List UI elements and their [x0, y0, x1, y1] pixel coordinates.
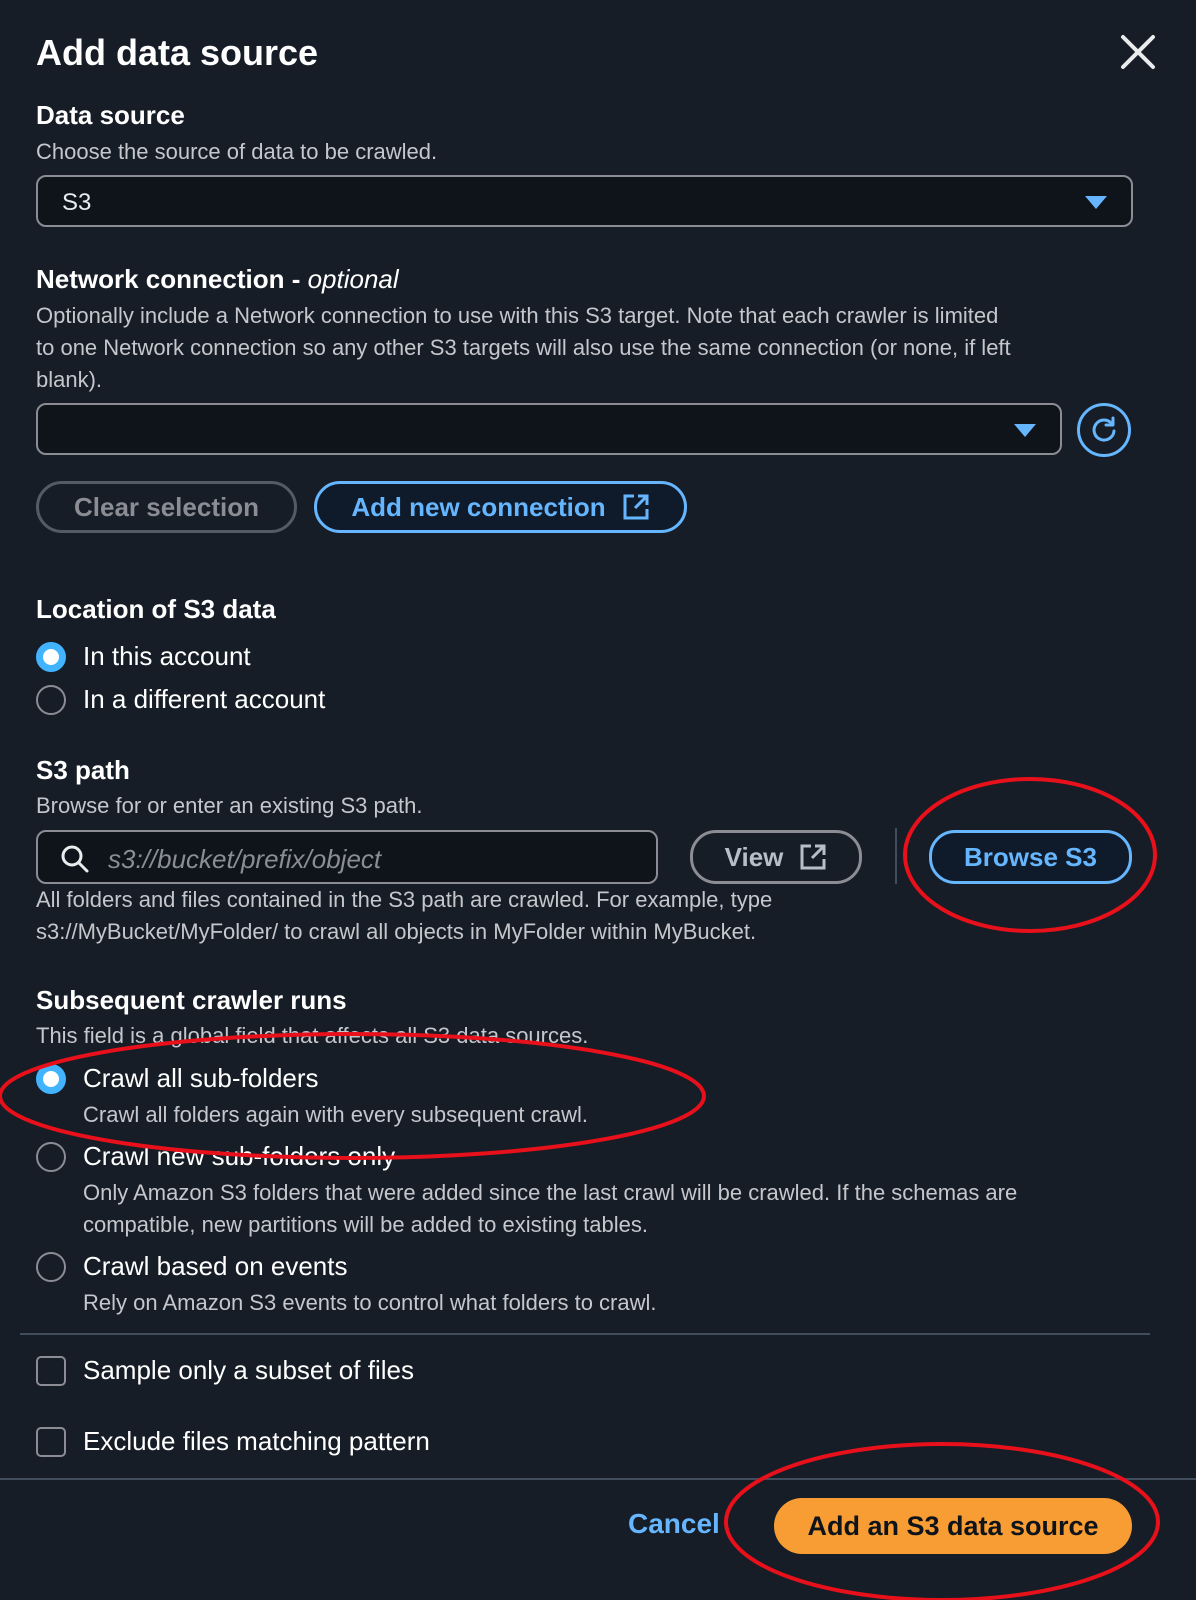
s3-path-input[interactable]: s3://bucket/prefix/object [36, 830, 658, 884]
subsequent-runs-label: Subsequent crawler runs [36, 985, 347, 1015]
s3-path-label: S3 path [36, 755, 130, 785]
network-desc-line: Optionally include a Network connection … [36, 303, 999, 328]
external-link-icon [800, 844, 826, 870]
external-link-icon [623, 494, 649, 520]
option-crawl-new-desc: Only Amazon S3 folders that were added s… [83, 1177, 1017, 1241]
caret-down-icon [1085, 196, 1107, 209]
add-s3-data-source-button[interactable]: Add an S3 data source [774, 1498, 1132, 1554]
option-crawl-new: Crawl new sub-folders only [83, 1141, 396, 1171]
location-label: Location of S3 data [36, 594, 276, 624]
network-desc-line: blank). [36, 367, 103, 392]
network-connection-description: Optionally include a Network connection … [36, 300, 1011, 396]
option-in-this-account: In this account [83, 641, 251, 671]
clear-selection-button[interactable]: Clear selection [36, 481, 297, 533]
radio-crawl-events[interactable] [36, 1252, 66, 1282]
s3-path-description: Browse for or enter an existing S3 path. [36, 793, 423, 818]
s3-help-line: s3://MyBucket/MyFolder/ to crawl all obj… [36, 919, 757, 944]
refresh-button[interactable] [1077, 403, 1131, 457]
modal-footer: Cancel Add an S3 data source [0, 1478, 1196, 1600]
radio-in-this-account[interactable] [36, 642, 66, 672]
option-crawl-all-desc: Crawl all folders again with every subse… [83, 1102, 589, 1127]
divider [895, 828, 897, 884]
radio-crawl-new[interactable] [36, 1142, 66, 1172]
radio-crawl-all[interactable] [36, 1064, 66, 1094]
search-icon [61, 845, 89, 873]
data-source-select[interactable]: S3 [36, 175, 1133, 227]
option-crawl-all: Crawl all sub-folders [83, 1063, 319, 1093]
add-data-source-modal: Add data source Data source Choose the s… [0, 0, 1196, 1600]
caret-down-icon [1014, 424, 1036, 437]
crawl-new-desc-line: compatible, new partitions will be added… [83, 1212, 648, 1237]
radio-in-different-account[interactable] [36, 685, 66, 715]
browse-s3-label: Browse S3 [964, 841, 1097, 872]
optional-label: optional [307, 264, 399, 294]
subsequent-runs-description: This field is a global field that affect… [36, 1023, 589, 1048]
view-label: View [724, 841, 784, 872]
data-source-description: Choose the source of data to be crawled. [36, 139, 438, 164]
refresh-icon [1092, 416, 1116, 442]
data-source-value: S3 [62, 189, 92, 216]
cancel-button[interactable]: Cancel [628, 1508, 720, 1540]
option-crawl-events: Crawl based on events [83, 1251, 348, 1281]
network-connection-select[interactable] [36, 403, 1062, 455]
exclude-pattern-label: Exclude files matching pattern [83, 1426, 430, 1456]
data-source-label: Data source [36, 100, 185, 130]
sample-subset-label: Sample only a subset of files [83, 1355, 414, 1385]
network-desc-line: to one Network connection so any other S… [36, 335, 1011, 360]
view-button[interactable]: View [690, 830, 862, 884]
section-divider [20, 1333, 1150, 1335]
add-new-connection-label: Add new connection [351, 491, 606, 522]
network-label-text: Network connection - [36, 264, 308, 294]
s3-path-placeholder: s3://bucket/prefix/object [108, 844, 382, 874]
s3-path-help: All folders and files contained in the S… [36, 884, 772, 948]
add-s3-data-source-label: Add an S3 data source [807, 1510, 1099, 1541]
close-icon[interactable] [1116, 30, 1160, 74]
modal-title: Add data source [36, 32, 319, 73]
clear-selection-label: Clear selection [74, 491, 259, 522]
option-crawl-events-desc: Rely on Amazon S3 events to control what… [83, 1290, 657, 1315]
modal-header: Add data source [36, 28, 1160, 78]
exclude-pattern-checkbox[interactable] [36, 1427, 66, 1457]
network-connection-label: Network connection - optional [36, 264, 399, 295]
add-new-connection-button[interactable]: Add new connection [314, 481, 687, 533]
browse-s3-button[interactable]: Browse S3 [929, 830, 1132, 884]
sample-subset-checkbox[interactable] [36, 1356, 66, 1386]
option-in-different-account: In a different account [83, 684, 326, 714]
crawl-new-desc-line: Only Amazon S3 folders that were added s… [83, 1180, 1018, 1205]
s3-help-line: All folders and files contained in the S… [36, 887, 773, 912]
annotation-ellipse-crawl-all [0, 1032, 706, 1160]
